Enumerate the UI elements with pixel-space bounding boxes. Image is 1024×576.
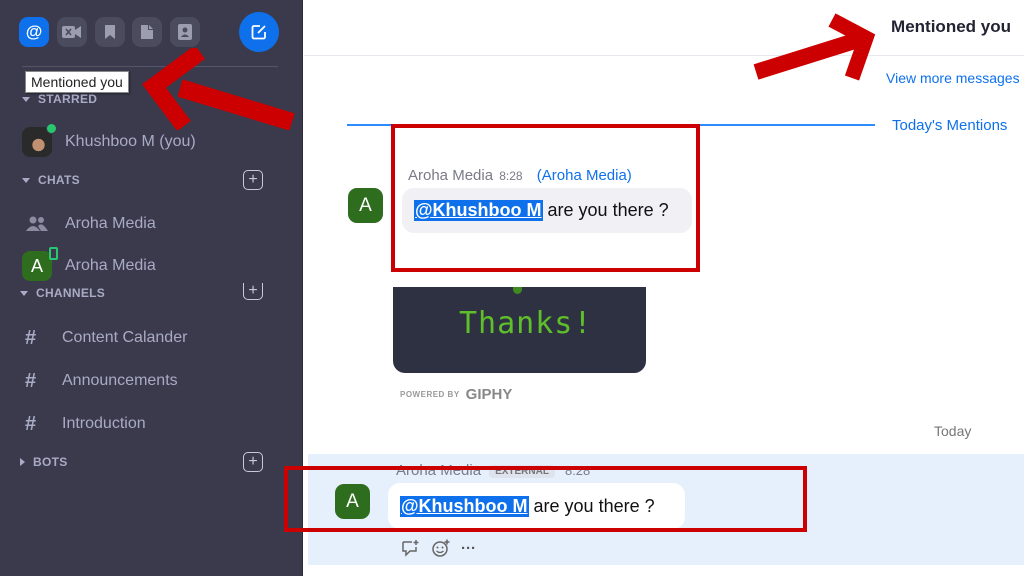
hash-icon: # — [25, 412, 37, 435]
caret-right-icon — [20, 458, 25, 466]
add-bot-button[interactable]: + — [243, 452, 263, 472]
header-divider — [304, 55, 1024, 56]
video-off-icon — [62, 26, 81, 38]
plus-icon: + — [248, 282, 258, 299]
section-bots[interactable]: BOTS — [20, 455, 68, 469]
message-actions: ··· — [401, 539, 476, 557]
meetings-button[interactable] — [57, 17, 87, 47]
more-icon[interactable]: ··· — [461, 540, 476, 557]
contacts-button[interactable] — [170, 17, 200, 47]
files-button[interactable] — [132, 17, 162, 47]
plus-icon: + — [248, 453, 258, 470]
giphy-logo: GIPHY — [465, 386, 513, 403]
file-icon — [141, 25, 153, 39]
page-title: Mentioned you — [891, 17, 1011, 36]
sidebar-item-chat[interactable]: Aroha Media — [22, 209, 156, 239]
avatar-letter: A — [30, 255, 43, 276]
date-label: Today — [934, 423, 972, 439]
section-label: CHANNELS — [36, 286, 106, 300]
sidebar-item-label: Khushboo M (you) — [65, 133, 196, 150]
giphy-attribution: POWERED BY GIPHY — [400, 386, 512, 403]
caret-down-icon — [22, 96, 30, 102]
at-icon: @ — [25, 22, 43, 41]
section-chats[interactable]: CHATS — [22, 173, 80, 187]
mobile-status-icon — [49, 247, 58, 260]
online-status-icon — [46, 123, 57, 134]
section-channels[interactable]: CHANNELS — [20, 286, 105, 300]
app-window: @ Mentioned you STARRED Khushboo M (you) — [0, 0, 1024, 576]
avatar-letter: A — [359, 194, 372, 216]
group-icon — [26, 216, 48, 231]
bookmark-icon — [105, 25, 115, 39]
sidebar-item-label: Aroha Media — [65, 215, 156, 232]
mentions-button[interactable]: @ — [19, 17, 49, 47]
section-label: CHATS — [38, 173, 80, 187]
view-more-messages-link[interactable]: View more messages — [886, 70, 1020, 86]
sidebar-divider — [22, 66, 278, 67]
add-channel-button[interactable]: + — [243, 283, 263, 300]
compose-button[interactable] — [239, 12, 279, 52]
powered-by-label: POWERED BY — [400, 390, 460, 399]
hash-icon: # — [25, 369, 37, 392]
avatar[interactable]: A — [348, 188, 383, 223]
caret-down-icon — [22, 177, 30, 183]
avatar — [22, 123, 57, 157]
annotation-box — [284, 466, 807, 532]
compose-icon — [251, 25, 266, 40]
section-label: BOTS — [33, 455, 68, 469]
caret-down-icon — [20, 290, 28, 296]
todays-mentions-label: Today's Mentions — [892, 117, 1008, 134]
sidebar-item-label: Aroha Media — [65, 257, 156, 274]
section-starred[interactable]: STARRED — [22, 92, 97, 106]
add-chat-button[interactable]: + — [243, 170, 263, 190]
section-label: STARRED — [38, 92, 98, 106]
sidebar-item-label: Announcements — [62, 372, 178, 389]
contact-icon — [178, 24, 192, 40]
avatar: A — [22, 247, 58, 281]
tooltip: Mentioned you — [25, 71, 129, 93]
sidebar-item-label: Introduction — [62, 415, 146, 432]
sidebar-item-chat[interactable]: A Aroha Media — [22, 247, 156, 281]
annotation-box — [391, 124, 700, 272]
sidebar: @ Mentioned you STARRED Khushboo M (you) — [0, 0, 303, 576]
emoji-reaction-icon[interactable] — [431, 539, 451, 557]
hash-icon: # — [25, 326, 37, 349]
bookmarks-button[interactable] — [95, 17, 125, 47]
sidebar-item-label: Content Calander — [62, 329, 188, 346]
plus-icon: + — [248, 171, 258, 188]
gif-decoration — [513, 287, 522, 294]
reply-icon[interactable] — [401, 539, 421, 557]
gif-text: Thanks! — [459, 306, 593, 341]
gif-image[interactable]: Thanks! — [393, 287, 646, 373]
sidebar-item-self[interactable]: Khushboo M (you) — [22, 123, 196, 157]
